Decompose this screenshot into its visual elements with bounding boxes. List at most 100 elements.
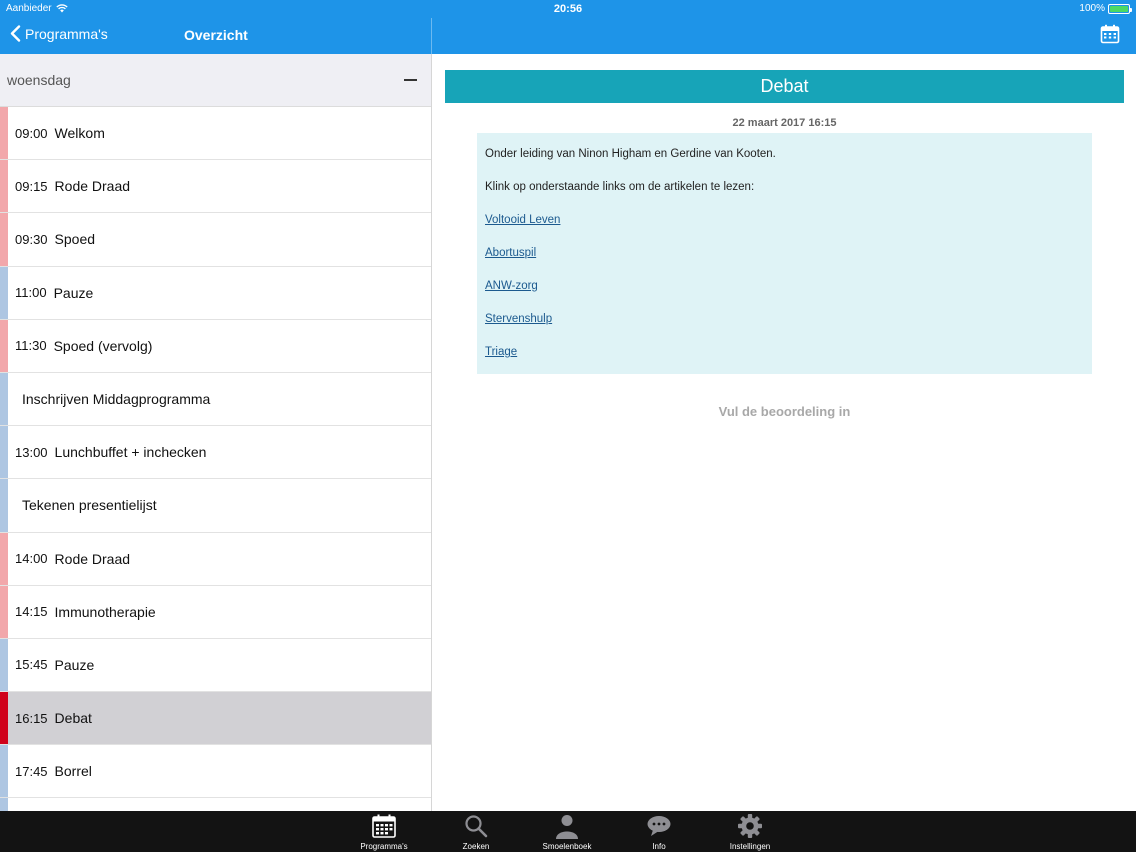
tab-programmas[interactable]: Programma's: [344, 811, 424, 852]
category-color-stripe: [0, 692, 8, 745]
person-icon: [556, 815, 578, 839]
schedule-row-time: 14:00: [15, 551, 48, 567]
day-section-header[interactable]: woensdag: [0, 54, 431, 107]
article-link-abortuspil[interactable]: Abortuspil: [485, 247, 536, 259]
schedule-row-label: Inschrijven Middagprogramma: [22, 391, 211, 408]
schedule-row[interactable]: 14:15 Immunotherapie: [0, 585, 431, 639]
master-nav-bar: Programma's Overzicht: [0, 18, 431, 54]
category-color-stripe: [0, 266, 8, 319]
category-color-stripe: [0, 319, 8, 372]
schedule-row[interactable]: 13:00 Lunchbuffet + inchecken: [0, 426, 431, 480]
schedule-row-label: Debat: [54, 710, 92, 727]
status-bar: Aanbieder 20:56 100%: [0, 0, 1136, 18]
nav-title: Overzicht: [184, 27, 248, 43]
category-color-stripe: [0, 479, 8, 532]
status-time: 20:56: [553, 3, 583, 15]
category-color-stripe: [0, 638, 8, 692]
article-link-voltooid-leven[interactable]: Voltooid Leven: [485, 214, 560, 226]
detail-datetime: 22 maart 2017 16:15: [732, 117, 837, 129]
schedule-row[interactable]: 09:15 Rode Draad: [0, 160, 431, 214]
schedule-row[interactable]: 14:00 Rode Draad: [0, 532, 431, 586]
tab-label-programmas: Programma's: [360, 842, 408, 851]
tab-label-smoelenboek: Smoelenboek: [542, 842, 592, 851]
category-color-stripe: [0, 798, 8, 811]
schedule-row-time: 16:15: [15, 710, 48, 726]
back-button-label: Programma's: [25, 25, 108, 42]
schedule-row[interactable]: Tekenen presentielijst: [0, 479, 431, 533]
schedule-row[interactable]: [0, 798, 431, 811]
calendar-icon: [1100, 24, 1120, 44]
schedule-row-label: Welkom: [54, 125, 105, 142]
schedule-row-time: 11:30: [15, 338, 47, 354]
schedule-row[interactable]: 09:30 Spoed: [0, 213, 431, 267]
schedule-rows: 09:00 Welkom 09:15 Rode Draad 09:30 Spoed 11:0…: [0, 107, 431, 811]
schedule-row[interactable]: 09:00 Welkom: [0, 107, 431, 161]
category-color-stripe: [0, 532, 8, 585]
schedule-row-label: Pauze: [53, 284, 94, 301]
tab-bar: Programma's Zoeken Smoelenboek Info Inst…: [0, 811, 1136, 852]
schedule-row-time: 09:00: [15, 125, 48, 141]
category-color-stripe: [0, 160, 8, 213]
chat-bubble-icon: [647, 816, 671, 836]
schedule-row-label: Immunotherapie: [54, 603, 156, 620]
battery-status: 100%: [1079, 3, 1132, 14]
article-link-stervenshulp[interactable]: Stervenshulp: [485, 313, 552, 325]
tab-label-zoeken: Zoeken: [462, 842, 490, 851]
day-label: woensdag: [7, 72, 71, 88]
schedule-row[interactable]: 11:30 Spoed (vervolg): [0, 319, 431, 373]
gear-icon: [738, 814, 762, 838]
search-icon: [465, 815, 488, 838]
detail-intro: Onder leiding van Ninon Higham en Gerdin…: [485, 148, 776, 160]
top-bar: Aanbieder 20:56 100% Programma's Overzic…: [0, 0, 1136, 54]
back-button[interactable]: Programma's: [10, 25, 108, 42]
detail-description: Onder leiding van Ninon Higham en Gerdin…: [477, 133, 1092, 374]
schedule-row-time: 13:00: [15, 444, 48, 460]
schedule-row[interactable]: 17:45 Borrel: [0, 745, 431, 799]
calendar-button[interactable]: [1100, 24, 1120, 44]
schedule-row-label: Pauze: [54, 656, 95, 673]
schedule-row-label: Tekenen presentielijst: [22, 497, 157, 514]
rating-button[interactable]: Vul de beoordeling in: [433, 404, 1136, 419]
article-link-anw-zorg[interactable]: ANW-zorg: [485, 280, 538, 292]
schedule-row-time: 11:00: [15, 285, 47, 301]
schedule-row-label: Borrel: [54, 763, 92, 780]
detail-instruction: Klink op onderstaande links om de artike…: [485, 181, 755, 193]
split-divider: [431, 18, 432, 54]
schedule-row-time: 09:15: [15, 178, 48, 194]
category-color-stripe: [0, 585, 8, 638]
schedule-row-label: Spoed: [54, 231, 96, 248]
category-color-stripe: [0, 745, 8, 798]
tab-zoeken[interactable]: Zoeken: [436, 811, 516, 852]
schedule-row-time: 14:15: [15, 604, 48, 620]
schedule-row-time: 09:30: [15, 231, 48, 247]
schedule-row-label: Rode Draad: [54, 550, 131, 567]
schedule-row[interactable]: 11:00 Pauze: [0, 266, 431, 320]
schedule-row[interactable]: 15:45 Pauze: [0, 638, 431, 693]
detail-title: Debat: [445, 70, 1124, 103]
schedule-row[interactable]: Inschrijven Middagprogramma: [0, 372, 431, 427]
schedule-row-label: Spoed (vervolg): [53, 337, 153, 354]
tab-instellingen[interactable]: Instellingen: [710, 811, 790, 852]
tab-label-info: Info: [652, 842, 666, 851]
category-color-stripe: [0, 213, 8, 266]
battery-percent: 100%: [1079, 3, 1105, 14]
calendar-icon: [372, 814, 396, 838]
schedule-row-label: Rode Draad: [54, 178, 131, 195]
battery-icon: [1108, 3, 1132, 14]
tab-smoelenboek[interactable]: Smoelenboek: [527, 811, 607, 852]
schedule-row-label: Lunchbuffet + inchecken: [54, 444, 207, 461]
chevron-left-icon: [10, 25, 21, 42]
article-link-triage[interactable]: Triage: [485, 346, 517, 358]
tab-info[interactable]: Info: [619, 811, 699, 852]
category-color-stripe: [0, 426, 8, 479]
schedule-row[interactable]: 16:15 Debat: [0, 692, 431, 746]
schedule-row-time: 17:45: [15, 763, 48, 779]
collapse-minus-icon[interactable]: [404, 79, 417, 81]
detail-pane: Debat 22 maart 2017 16:15 Onder leiding …: [433, 54, 1136, 811]
schedule-row-time: 15:45: [15, 657, 48, 673]
category-color-stripe: [0, 372, 8, 426]
schedule-list[interactable]: woensdag 09:00 Welkom 09:15 Rode Draad 09:30…: [0, 54, 432, 811]
tab-label-instellingen: Instellingen: [729, 842, 771, 851]
app-window: Aanbieder 20:56 100% Programma's Overzic…: [0, 0, 1136, 852]
category-color-stripe: [0, 107, 8, 160]
